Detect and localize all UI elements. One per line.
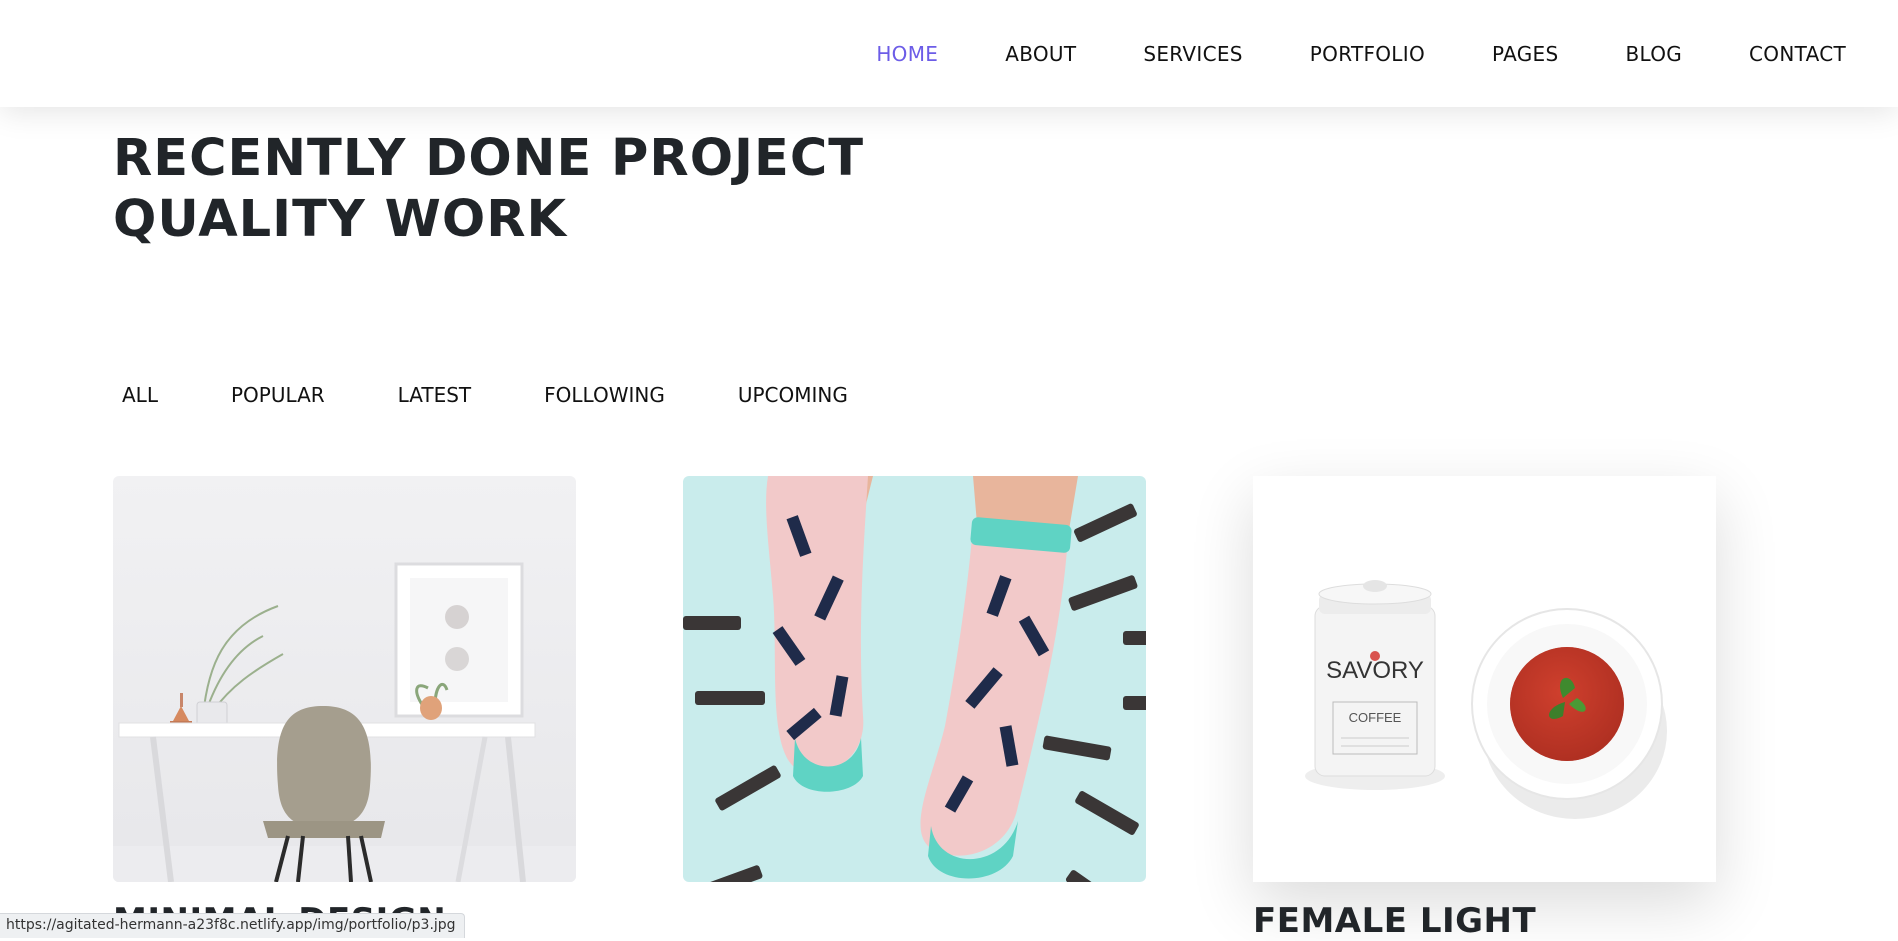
navbar: HOME ABOUT SERVICES PORTFOLIO PAGES BLOG… (0, 0, 1898, 107)
coffee-soup-image[interactable]: SAVORY COFFEE (1253, 476, 1716, 882)
filter-latest[interactable]: LATEST (398, 382, 472, 408)
portfolio-card-socks[interactable] (683, 476, 1146, 882)
portfolio-card-female-light[interactable]: SAVORY COFFEE FEMALE LIGHT (1253, 476, 1716, 941)
nav-link-blog[interactable]: BLOG (1625, 40, 1682, 68)
nav-link-portfolio[interactable]: PORTFOLIO (1310, 40, 1425, 68)
heading-line-2: QUALITY WORK (113, 190, 568, 249)
socks-image[interactable] (683, 476, 1146, 882)
filter-all[interactable]: ALL (122, 382, 158, 408)
filter-following[interactable]: FOLLOWING (544, 382, 665, 408)
nav-link-about[interactable]: ABOUT (1005, 40, 1076, 68)
section-heading: RECENTLY DONE PROJECT QUALITY WORK (113, 128, 1013, 250)
filter-popular[interactable]: POPULAR (231, 382, 325, 408)
desk-chair-image[interactable] (113, 476, 576, 882)
savory-brand-text: SAVORY (1326, 657, 1424, 684)
filter-upcoming[interactable]: UPCOMING (738, 382, 848, 408)
browser-status-bar: https://agitated-hermann-a23f8c.netlify.… (0, 913, 465, 938)
nav-link-services[interactable]: SERVICES (1143, 40, 1242, 68)
nav-link-home[interactable]: HOME (876, 40, 938, 68)
portfolio-card-minimal-design[interactable]: MINIMAL DESIGN (113, 476, 576, 941)
heading-line-1: RECENTLY DONE PROJECT (113, 129, 865, 188)
nav-link-contact[interactable]: CONTACT (1749, 40, 1846, 68)
coffee-label-text: COFFEE (1349, 710, 1402, 725)
card-title[interactable]: FEMALE LIGHT (1253, 901, 1536, 941)
nav-link-pages[interactable]: PAGES (1492, 40, 1558, 68)
nav-menu: HOME ABOUT SERVICES PORTFOLIO PAGES BLOG… (809, 40, 1846, 68)
portfolio-filter-menu: ALL POPULAR LATEST FOLLOWING UPCOMING (122, 382, 921, 408)
